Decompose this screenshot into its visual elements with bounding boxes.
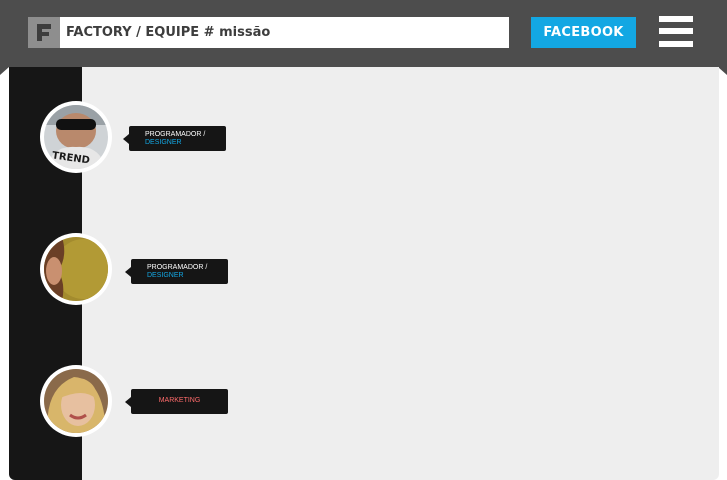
team-member-2-avatar[interactable] <box>40 233 112 305</box>
corner-fold-right <box>718 67 727 75</box>
menu-bar-line <box>659 16 693 22</box>
factory-logo-icon[interactable] <box>28 17 60 48</box>
top-bar: FACTORY / EQUIPE # missão FACEBOOK <box>0 0 727 67</box>
corner-fold-left <box>0 67 9 75</box>
team-panel: TREND PROGRAMADOR / DESIGNER PROGRAMADOR… <box>9 67 719 480</box>
role-label-line1: PROGRAMADOR / <box>145 131 206 138</box>
role-tag: MARKETING <box>125 389 228 414</box>
menu-bar-line <box>659 41 693 47</box>
menu-bar-line <box>659 28 693 34</box>
breadcrumb: FACTORY / EQUIPE # missão <box>60 17 509 48</box>
role-label-line2: DESIGNER <box>147 272 184 279</box>
role-label-line2: DESIGNER <box>145 139 182 146</box>
team-member-1-avatar[interactable]: TREND <box>40 101 112 173</box>
hamburger-menu-icon[interactable] <box>659 16 693 48</box>
team-member-3-avatar[interactable] <box>40 365 112 437</box>
role-tag: PROGRAMADOR / DESIGNER <box>125 259 228 284</box>
role-label-line1: MARKETING <box>158 397 201 404</box>
role-tag: PROGRAMADOR / DESIGNER <box>123 126 226 151</box>
facebook-button[interactable]: FACEBOOK <box>531 17 636 48</box>
role-label-line1: PROGRAMADOR / <box>147 264 208 271</box>
